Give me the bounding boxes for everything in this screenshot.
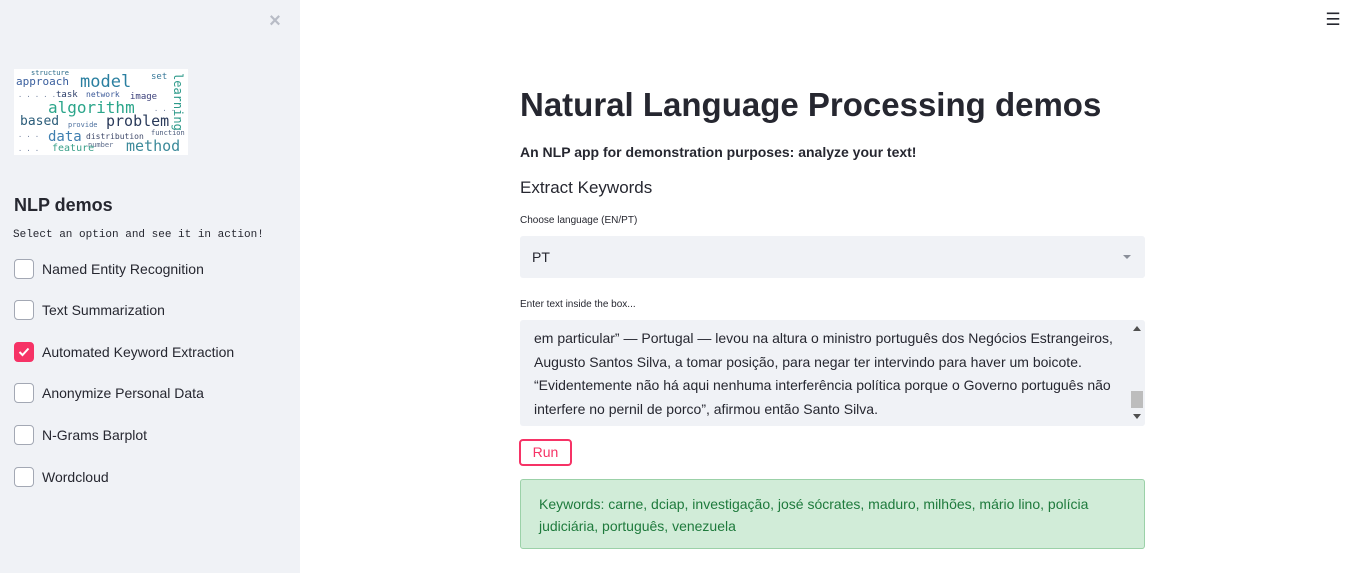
checkbox[interactable] xyxy=(14,342,34,362)
option-label: Anonymize Personal Data xyxy=(42,385,204,401)
option-label: N-Grams Barplot xyxy=(42,427,148,443)
option-automated-keyword-extraction[interactable]: Automated Keyword Extraction xyxy=(14,341,234,363)
option-n-grams-barplot[interactable]: N-Grams Barplot xyxy=(14,424,147,446)
option-anonymize-personal-data[interactable]: Anonymize Personal Data xyxy=(14,382,204,404)
text-input-content: em particular” — Portugal — levou na alt… xyxy=(534,330,1113,417)
sidebar: × structure approach model algorithm tas… xyxy=(0,0,300,573)
text-input-label: Enter text inside the box... xyxy=(520,299,636,310)
checkbox[interactable] xyxy=(14,300,34,320)
logo-word: provide xyxy=(68,121,98,129)
language-select[interactable]: PT xyxy=(520,236,1145,278)
checkbox[interactable] xyxy=(14,467,34,487)
checkbox[interactable] xyxy=(14,425,34,445)
logo-word: method xyxy=(126,137,180,155)
check-icon xyxy=(18,347,30,357)
logo-word: approach xyxy=(16,75,69,88)
logo-word: model xyxy=(80,72,131,92)
option-named-entity-recognition[interactable]: Named Entity Recognition xyxy=(14,258,204,280)
keywords-result-box: Keywords: carne, dciap, investigação, jo… xyxy=(520,479,1145,549)
scroll-up-arrow-icon[interactable] xyxy=(1133,326,1141,331)
scrollbar-thumb[interactable] xyxy=(1131,391,1143,408)
wordcloud-logo-image: structure approach model algorithm task … xyxy=(14,69,188,155)
language-select-value: PT xyxy=(532,249,550,265)
section-heading: Extract Keywords xyxy=(520,178,653,197)
run-button[interactable]: Run xyxy=(519,439,572,466)
hamburger-menu-icon[interactable]: ☰ xyxy=(1325,11,1341,29)
checkbox[interactable] xyxy=(14,259,34,279)
chevron-down-icon xyxy=(1123,255,1131,259)
option-label: Automated Keyword Extraction xyxy=(42,344,235,360)
option-label: Wordcloud xyxy=(42,469,109,485)
checkbox[interactable] xyxy=(14,383,34,403)
logo-word: set xyxy=(151,72,167,82)
svg-text:· · ·: · · · xyxy=(18,133,39,141)
logo-word: learning xyxy=(171,73,185,131)
sidebar-subtitle: Select an option and see it in action! xyxy=(13,229,264,241)
logo-word: image xyxy=(130,92,157,102)
sidebar-title: NLP demos xyxy=(14,195,113,215)
page-title: Natural Language Processing demos xyxy=(520,86,1102,123)
option-wordcloud[interactable]: Wordcloud xyxy=(14,466,109,488)
svg-text:· · · · · ·: · · · · · · xyxy=(18,93,64,101)
page-subtitle: An NLP app for demonstration purposes: a… xyxy=(520,144,917,160)
language-select-label: Choose language (EN/PT) xyxy=(520,215,638,226)
logo-word: based xyxy=(20,114,59,129)
text-input-area[interactable]: em particular” — Portugal — levou na alt… xyxy=(520,320,1145,426)
svg-text:· · ·: · · · xyxy=(18,147,39,155)
logo-word: network xyxy=(86,90,120,99)
close-sidebar-icon[interactable]: × xyxy=(265,10,285,32)
svg-text:· · ·: · · · xyxy=(154,107,175,115)
scroll-down-arrow-icon[interactable] xyxy=(1133,414,1141,419)
option-label: Named Entity Recognition xyxy=(42,261,204,277)
keywords-result-text: Keywords: carne, dciap, investigação, jo… xyxy=(539,496,1089,534)
option-label: Text Summarization xyxy=(42,302,165,318)
logo-word: feature xyxy=(52,143,94,154)
textarea-scrollbar[interactable] xyxy=(1128,320,1145,426)
option-text-summarization[interactable]: Text Summarization xyxy=(14,299,165,321)
